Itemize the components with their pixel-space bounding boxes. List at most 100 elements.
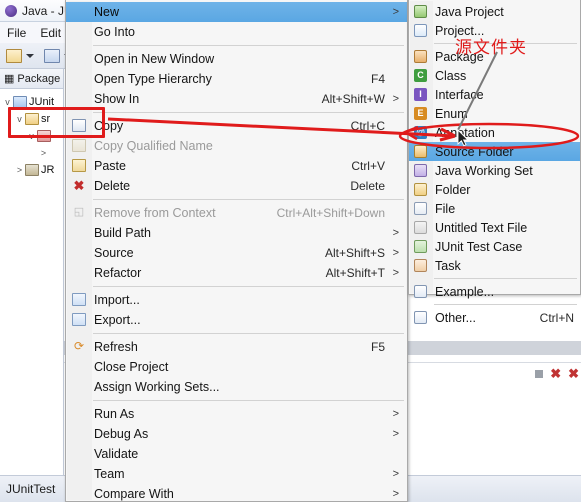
tree-twisty-icon[interactable]: v	[26, 131, 37, 141]
submenu-item-java-project[interactable]: Java Project	[409, 2, 580, 21]
menu-separator	[93, 45, 404, 46]
menu-item-run-as[interactable]: Run As >	[66, 404, 407, 424]
menu-item-source[interactable]: Source Alt+Shift+S >	[66, 243, 407, 263]
menu-item-go-into[interactable]: Go Into	[66, 22, 407, 42]
package-explorer-tab[interactable]: ▦ Package	[0, 69, 63, 89]
menu-item-import[interactable]: Import...	[66, 290, 407, 310]
menubar-item-edit[interactable]: Edit	[40, 26, 61, 40]
menu-separator	[93, 400, 404, 401]
menu-item-compare-with[interactable]: Compare With >	[66, 484, 407, 502]
submenu-item-label: Project...	[435, 23, 485, 38]
submenu-item-label: Annotation	[435, 125, 495, 140]
menu-item-label: Refactor	[94, 266, 142, 280]
new-java-project-icon[interactable]	[44, 48, 60, 63]
tree-item-label: JR	[41, 163, 55, 176]
submenu-arrow-icon: >	[392, 6, 399, 18]
submenu-item-folder[interactable]: Folder	[409, 180, 580, 199]
menu-item-new[interactable]: New >	[66, 2, 407, 22]
example-icon	[414, 285, 427, 298]
submenu-item-example[interactable]: Example...	[409, 282, 580, 301]
menubar-item-file[interactable]: File	[7, 26, 26, 40]
tree-twisty-icon[interactable]: >	[14, 165, 25, 175]
menu-item-accelerator: Alt+Shift+S	[324, 246, 385, 260]
menu-item-refresh[interactable]: ⟳ Refresh F5	[66, 337, 407, 357]
menu-item-label: Go Into	[94, 25, 135, 39]
menu-item-copy[interactable]: Copy Ctrl+C	[66, 116, 407, 136]
tree-item[interactable]: v sr	[0, 110, 63, 127]
submenu-item-project[interactable]: Project...	[409, 21, 580, 40]
submenu-item-file[interactable]: File	[409, 199, 580, 218]
submenu-item-label: Source Folder	[435, 144, 514, 159]
submenu-separator	[434, 43, 577, 44]
submenu-item-untitled-text-file[interactable]: Untitled Text File	[409, 218, 580, 237]
tree-item-label: JUnit	[29, 95, 55, 108]
annotation-icon: @	[414, 126, 427, 139]
menu-item-label: Copy Qualified Name	[94, 139, 213, 153]
submenu-item-task[interactable]: Task	[409, 256, 580, 275]
package-explorer-view: ▦ Package v JUnit v sr v > > JR	[0, 69, 64, 475]
remove-launch-icon[interactable]: ✖	[568, 367, 579, 380]
import-icon	[72, 293, 86, 306]
submenu-item-label: Interface	[435, 87, 484, 102]
menu-item-build-path[interactable]: Build Path >	[66, 223, 407, 243]
tree-item[interactable]: v JUnit	[0, 93, 63, 110]
submenu-arrow-icon: >	[392, 468, 399, 480]
menu-item-copy-qualified-name[interactable]: Copy Qualified Name	[66, 136, 407, 156]
tree-item[interactable]: v	[0, 127, 63, 144]
menu-item-validate[interactable]: Validate	[66, 444, 407, 464]
menu-item-export[interactable]: Export...	[66, 310, 407, 330]
menu-item-label: New	[94, 5, 120, 19]
junit-test-icon	[414, 240, 427, 253]
menu-item-label: Remove from Context	[94, 206, 216, 220]
project-context-menu[interactable]: New > Go Into Open in New Window Open Type H…	[65, 0, 408, 502]
submenu-item-class[interactable]: C Class	[409, 66, 580, 85]
eclipse-globe-icon	[5, 4, 17, 17]
menu-item-accelerator: Alt+Shift+W	[321, 92, 385, 106]
menu-item-accelerator: Delete	[350, 179, 385, 193]
menu-item-accelerator: F5	[370, 340, 385, 354]
menu-item-open-in-new-window[interactable]: Open in New Window	[66, 49, 407, 69]
tree-item[interactable]: > JR	[0, 161, 63, 178]
menu-item-team[interactable]: Team >	[66, 464, 407, 484]
menu-item-assign-working-sets[interactable]: Assign Working Sets...	[66, 377, 407, 397]
menu-item-remove-from-context[interactable]: ◱ Remove from Context Ctrl+Alt+Shift+Down	[66, 203, 407, 223]
tree-twisty-icon[interactable]: v	[14, 114, 25, 124]
submenu-arrow-icon: >	[392, 227, 399, 239]
submenu-item-junit-test-case[interactable]: JUnit Test Case	[409, 237, 580, 256]
menu-item-delete[interactable]: ✖ Delete Delete	[66, 176, 407, 196]
tree-twisty-icon[interactable]: >	[38, 148, 49, 158]
submenu-item-other[interactable]: Other... Ctrl+N	[409, 308, 580, 327]
tree-item[interactable]: >	[0, 144, 63, 161]
submenu-item-package[interactable]: Package	[409, 47, 580, 66]
menu-item-label: Import...	[94, 293, 140, 307]
new-wizard-icon[interactable]	[6, 48, 22, 63]
menu-item-close-project[interactable]: Close Project	[66, 357, 407, 377]
submenu-arrow-icon: >	[392, 247, 399, 259]
submenu-item-enum[interactable]: E Enum	[409, 104, 580, 123]
submenu-item-label: Java Working Set	[435, 163, 533, 178]
new-wizard-dropdown-icon[interactable]	[26, 53, 34, 58]
menu-item-debug-as[interactable]: Debug As >	[66, 424, 407, 444]
terminate-all-icon[interactable]: ✖	[550, 367, 561, 380]
menu-item-accelerator: Ctrl+Alt+Shift+Down	[276, 206, 385, 220]
submenu-item-label: Enum	[435, 106, 468, 121]
new-submenu[interactable]: Java Project Project... Package C Class I Inte…	[408, 0, 581, 325]
stop-icon[interactable]	[535, 370, 544, 378]
submenu-item-java-working-set[interactable]: Java Working Set	[409, 161, 580, 180]
submenu-item-annotation[interactable]: @ Annotation	[409, 123, 580, 142]
menu-item-show-in[interactable]: Show In Alt+Shift+W >	[66, 89, 407, 109]
menu-item-label: Show In	[94, 92, 140, 106]
menu-item-label: Team	[94, 467, 125, 481]
submenu-item-label: JUnit Test Case	[435, 239, 523, 254]
java-project-icon	[414, 5, 427, 18]
menu-item-paste[interactable]: Paste Ctrl+V	[66, 156, 407, 176]
project-icon	[414, 24, 427, 37]
menu-item-refactor[interactable]: Refactor Alt+Shift+T >	[66, 263, 407, 283]
menu-separator	[93, 112, 404, 113]
submenu-item-interface[interactable]: I Interface	[409, 85, 580, 104]
tree-twisty-icon[interactable]: v	[2, 97, 13, 107]
tree-item-label: sr	[41, 112, 51, 125]
submenu-item-source-folder[interactable]: Source Folder	[409, 142, 580, 161]
package-explorer-icon: ▦	[4, 73, 15, 85]
menu-item-open-type-hierarchy[interactable]: Open Type Hierarchy F4	[66, 69, 407, 89]
